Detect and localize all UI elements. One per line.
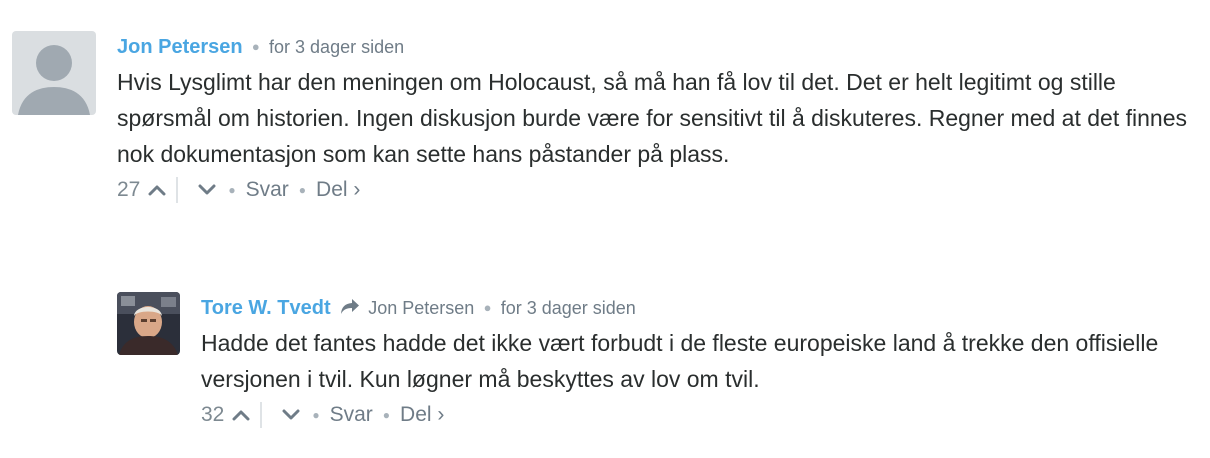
share-arrow-icon [340,298,360,322]
chevron-up-icon [148,185,166,196]
chevron-down-icon [198,184,216,195]
reply-to-author[interactable]: Jon Petersen [368,298,474,318]
user-photo-icon [117,292,180,355]
downvote-button[interactable] [196,178,218,202]
comment-text: Hvis Lysglimt har den meningen om Holoca… [117,69,1187,167]
author-name[interactable]: Jon Petersen [117,36,243,58]
separator-dot: ● [251,39,260,54]
vote-divider [260,402,263,428]
author-name[interactable]: Tore W. Tvedt [201,297,331,319]
reply-button[interactable]: Svar [330,403,373,427]
chevron-up-icon [232,410,250,421]
user-silhouette-icon [12,31,96,115]
comment-body: Jon Petersen ● for 3 dager siden Hvis Ly… [117,31,1187,205]
comment-timestamp[interactable]: for 3 dager siden [269,37,404,57]
separator-dot: ● [298,183,307,197]
avatar[interactable] [12,31,96,115]
comment-footer: 32 ● Svar ● Del › [201,400,1191,430]
chevron-down-icon [282,409,300,420]
vote-count: 27 [117,178,141,201]
separator-dot: ● [312,408,320,422]
upvote-button[interactable] [230,403,252,427]
share-button[interactable]: Del › [400,403,444,427]
comment-header: Tore W. Tvedt Jon Petersen ● for 3 dager… [201,296,1191,320]
separator-dot: ● [483,300,492,315]
share-button[interactable]: Del › [316,178,360,202]
comment-text: Hadde det fantes hadde det ikke vært for… [201,330,1159,392]
comment-timestamp[interactable]: for 3 dager siden [501,298,636,318]
vote-count: 32 [201,403,225,426]
vote-divider [176,177,179,203]
comment-header: Jon Petersen ● for 3 dager siden [117,35,1187,59]
downvote-button[interactable] [280,403,302,427]
comment-footer: 27 ● Svar ● Del › [117,175,1187,205]
separator-dot: ● [382,408,391,422]
reply-button[interactable]: Svar [246,178,289,202]
avatar[interactable] [117,292,180,355]
comment-body: Tore W. Tvedt Jon Petersen ● for 3 dager… [201,292,1191,430]
upvote-button[interactable] [146,178,168,202]
separator-dot: ● [228,183,236,197]
